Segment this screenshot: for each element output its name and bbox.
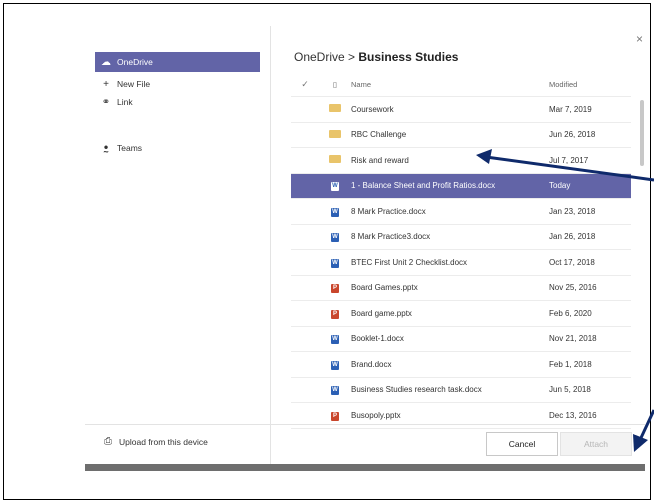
arrow-to-attach-button [633,409,654,452]
arrow-to-selected-file [476,149,654,182]
annotation-arrows [476,149,654,452]
